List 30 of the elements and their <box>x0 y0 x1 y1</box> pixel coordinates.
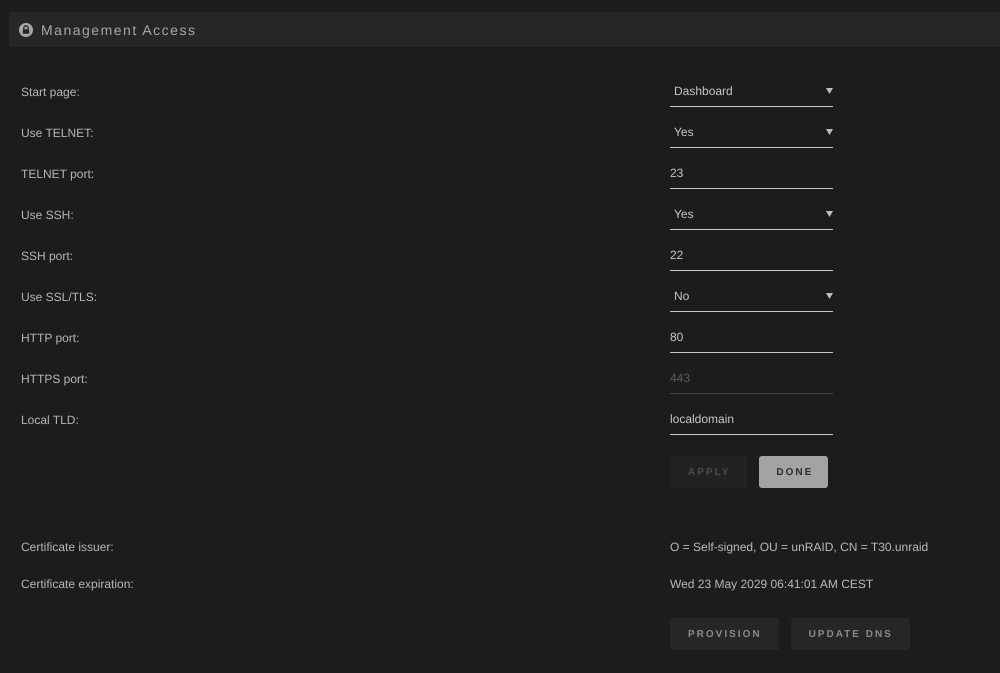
certificate-label: Certificate issuer: <box>21 540 114 554</box>
caret-icon <box>826 293 833 299</box>
caret-icon <box>826 211 833 217</box>
panel-title: Management Access <box>41 22 196 38</box>
action-button[interactable]: UPDATE DNS <box>790 618 910 650</box>
setting-label: Use SSL/TLS: <box>21 290 98 304</box>
certificate-value: O = Self-signed, OU = unRAID, CN = T30.unraid <box>670 540 928 554</box>
input-field[interactable]: 22 <box>670 240 833 271</box>
input-field[interactable]: 23 <box>670 158 833 189</box>
dropdown[interactable]: Yes <box>670 117 833 148</box>
caret-icon <box>826 88 833 94</box>
caret-icon <box>826 129 833 135</box>
setting-label: HTTPS port: <box>21 372 88 386</box>
certificate-value: Wed 23 May 2029 06:41:01 AM CEST <box>670 576 874 590</box>
dropdown[interactable]: No <box>670 281 833 312</box>
setting-label: Start page: <box>21 84 80 98</box>
input-field[interactable]: localdomain <box>670 404 833 435</box>
certificate-label: Certificate expiration: <box>21 576 134 590</box>
action-button[interactable]: DONE <box>759 456 828 488</box>
setting-label: Local TLD: <box>21 412 79 426</box>
setting-label: TELNET port: <box>21 166 94 180</box>
setting-label: Use SSH: <box>21 208 74 222</box>
setting-label: SSH port: <box>21 248 74 262</box>
setting-label: Use TELNET: <box>21 126 94 140</box>
input-field[interactable]: 80 <box>670 322 833 353</box>
dropdown[interactable]: Yes <box>670 199 833 230</box>
dropdown[interactable]: Dashboard <box>670 76 833 107</box>
lock-icon <box>19 22 33 36</box>
setting-label: HTTP port: <box>21 330 80 344</box>
action-button[interactable]: PROVISION <box>670 618 779 650</box>
